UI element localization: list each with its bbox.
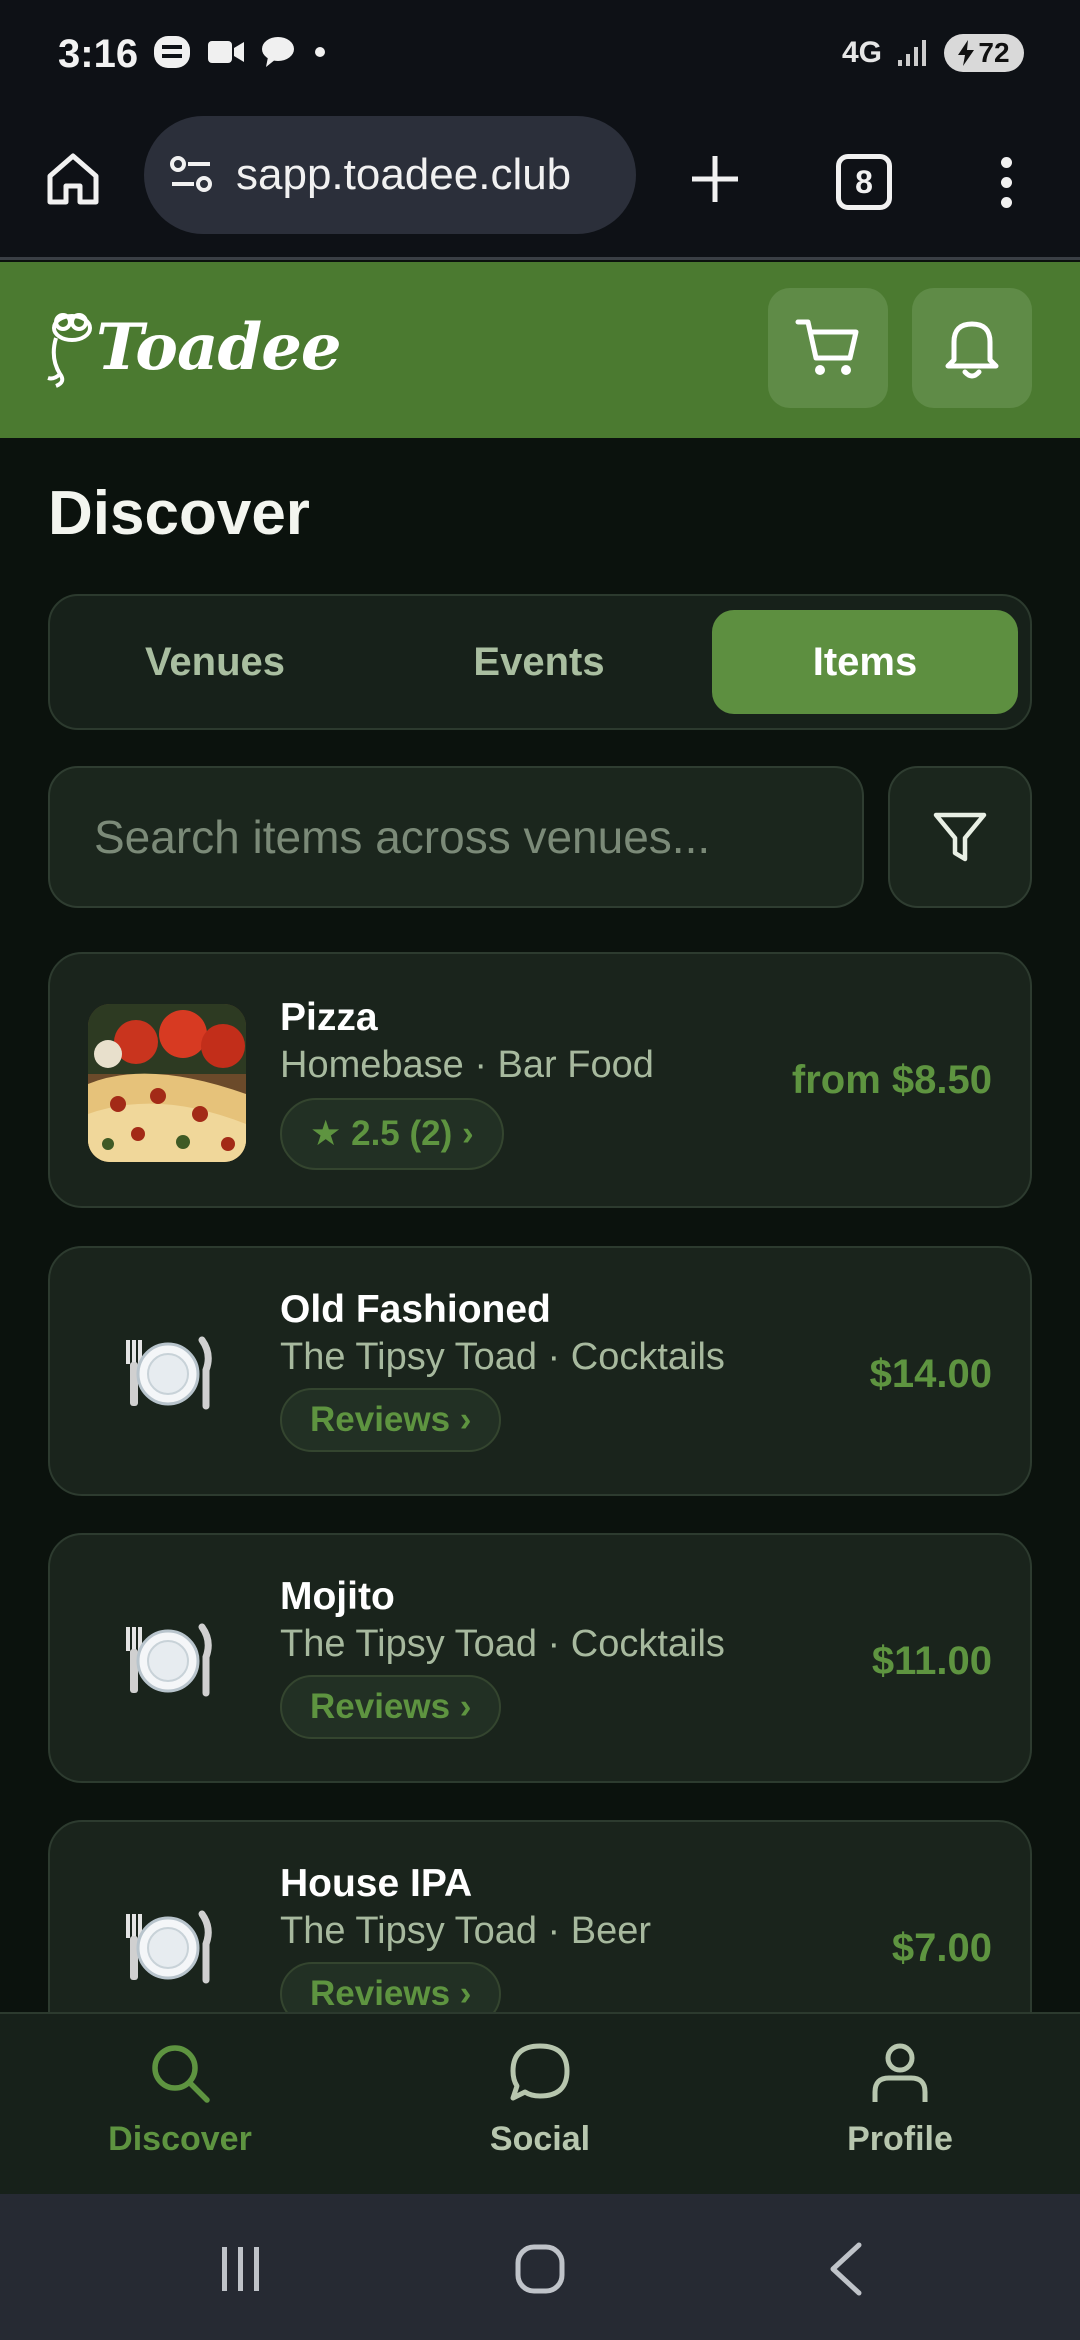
- plus-icon: [692, 156, 738, 202]
- charging-icon: [958, 40, 975, 66]
- item-price: from $8.50: [791, 1058, 992, 1102]
- message-icon: [262, 37, 294, 67]
- recents-icon: [222, 2247, 259, 2291]
- recents-button[interactable]: [200, 2234, 280, 2304]
- search-input[interactable]: [94, 810, 862, 864]
- app-notification-icon: [154, 36, 190, 68]
- nav-discover[interactable]: Discover: [60, 2040, 300, 2159]
- browser-menu-button[interactable]: [986, 146, 1026, 218]
- system-navigation-bar: [0, 2194, 1080, 2340]
- toadee-logo[interactable]: Toadee: [46, 302, 342, 392]
- bell-icon: [945, 321, 999, 379]
- network-type: 4G: [841, 36, 882, 69]
- status-notification-icons: [152, 34, 330, 70]
- tab-switcher-button[interactable]: 8: [828, 146, 900, 218]
- search-icon: [152, 2045, 210, 2103]
- item-card[interactable]: Old Fashioned The Tipsy Toad · Cocktails…: [48, 1246, 1032, 1496]
- status-system-icons: 4G 72: [842, 34, 1024, 72]
- discover-tabs: Venues Events Items: [48, 594, 1032, 730]
- nav-social[interactable]: Social: [420, 2040, 660, 2159]
- url-text[interactable]: sapp.toadee.club: [236, 150, 571, 200]
- new-tab-button[interactable]: [680, 144, 750, 214]
- nav-profile[interactable]: Profile: [780, 2040, 1020, 2159]
- signal-icon: [898, 40, 926, 66]
- tab-venues[interactable]: Venues: [62, 610, 368, 714]
- cart-icon: [795, 319, 859, 375]
- address-bar[interactable]: sapp.toadee.club: [144, 116, 636, 234]
- dot-icon: [315, 47, 325, 57]
- item-name: Old Fashioned: [280, 1288, 551, 1331]
- chat-bubble-icon: [510, 2043, 570, 2101]
- status-bar: 3:16 4G 72: [0, 0, 1080, 108]
- filter-icon: [933, 812, 987, 862]
- item-card[interactable]: Mojito The Tipsy Toad · Cocktails Review…: [48, 1533, 1032, 1783]
- bottom-navigation: Discover Social Profile: [0, 2012, 1080, 2194]
- item-price: $11.00: [871, 1639, 992, 1683]
- tab-count: 8: [836, 154, 892, 210]
- browser-toolbar: sapp.toadee.club 8: [0, 108, 1080, 260]
- app-header: Toadee: [0, 262, 1080, 438]
- item-venue-category: The Tipsy Toad · Beer: [280, 1910, 652, 1952]
- battery-indicator: 72: [944, 34, 1024, 72]
- item-venue-category: The Tipsy Toad · Cocktails: [280, 1623, 725, 1665]
- reviews-pill[interactable]: Reviews ›: [280, 1675, 502, 1739]
- status-time: 3:16: [58, 32, 139, 76]
- reviews-pill[interactable]: Reviews ›: [280, 1388, 502, 1452]
- person-icon: [872, 2043, 928, 2102]
- nav-label: Profile: [847, 2120, 953, 2158]
- nav-label: Discover: [108, 2120, 252, 2158]
- logo-text: Toadee: [96, 309, 342, 385]
- tab-items[interactable]: Items: [712, 610, 1018, 714]
- item-name: Mojito: [280, 1575, 395, 1618]
- plate-icon: [118, 1322, 218, 1422]
- frog-logo-icon: [47, 313, 92, 388]
- system-home-button[interactable]: [500, 2234, 580, 2304]
- cart-button[interactable]: [768, 288, 888, 408]
- item-card[interactable]: Pizza Homebase · Bar Food ★ 2.5 (2) › fr…: [48, 952, 1032, 1208]
- video-icon: [208, 41, 244, 63]
- back-button[interactable]: [806, 2234, 886, 2304]
- tab-events[interactable]: Events: [386, 610, 692, 714]
- item-price: $7.00: [891, 1926, 992, 1970]
- notifications-button[interactable]: [912, 288, 1032, 408]
- item-venue-category: The Tipsy Toad · Cocktails: [280, 1336, 725, 1378]
- filter-button[interactable]: [888, 766, 1032, 908]
- home-icon: [47, 153, 99, 205]
- item-venue-category: Homebase · Bar Food: [280, 1044, 654, 1086]
- plate-icon: [118, 1609, 218, 1709]
- browser-home-button[interactable]: [38, 144, 108, 214]
- pizza-photo: [88, 1004, 246, 1162]
- item-name: House IPA: [280, 1862, 473, 1905]
- page-title: Discover: [48, 479, 310, 548]
- item-price: $14.00: [869, 1352, 992, 1396]
- plate-icon: [118, 1896, 218, 1996]
- battery-level: 72: [978, 37, 1010, 68]
- nav-label: Social: [489, 2120, 591, 2158]
- site-settings-icon[interactable]: [168, 152, 214, 198]
- item-name: Pizza: [280, 996, 378, 1039]
- rating-pill[interactable]: ★ 2.5 (2) ›: [280, 1098, 504, 1170]
- back-chevron-icon: [830, 2242, 862, 2296]
- search-box: [48, 766, 864, 908]
- home-circle-icon: [515, 2244, 565, 2294]
